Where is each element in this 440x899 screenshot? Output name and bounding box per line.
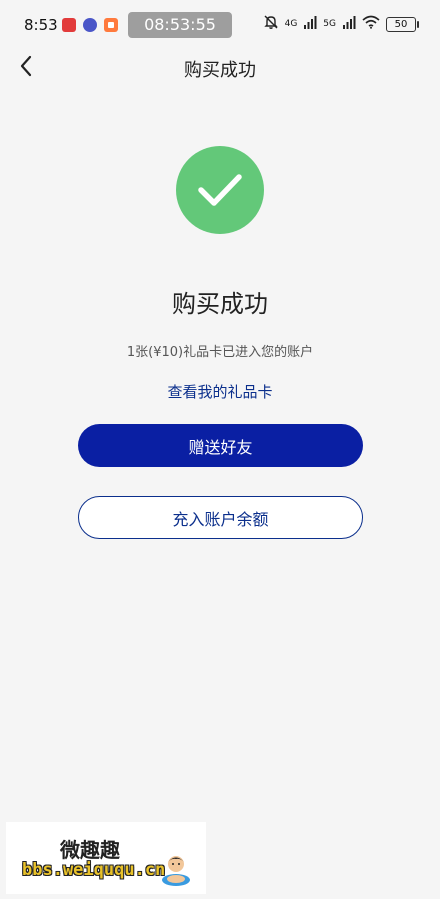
signal-icon bbox=[303, 15, 317, 33]
add-to-balance-button[interactable]: 充入账户余额 bbox=[78, 496, 363, 539]
network-label: 4G bbox=[284, 19, 298, 29]
watermark: 微趣趣 bbs.weiququ.cn bbox=[6, 822, 206, 894]
network-label: 5G bbox=[323, 19, 336, 29]
battery-icon: 50 bbox=[386, 16, 419, 32]
notification-app-icon bbox=[104, 18, 118, 32]
nav-header: 购买成功 bbox=[0, 48, 440, 88]
wifi-icon bbox=[362, 15, 380, 33]
status-time: 8:53 bbox=[24, 16, 58, 34]
clock-pill: 08:53:55 bbox=[128, 12, 232, 38]
watermark-url: bbs.weiququ.cn bbox=[22, 860, 166, 880]
notification-app-icon bbox=[62, 18, 76, 32]
success-message: 1张(¥10)礼品卡已进入您的账户 bbox=[126, 345, 314, 360]
success-heading: 购买成功 bbox=[172, 290, 268, 318]
mute-icon bbox=[263, 14, 279, 34]
status-bar: 8:53 08:53:55 4G 5G 50 bbox=[0, 0, 440, 52]
signal-icon bbox=[342, 15, 356, 33]
view-gift-cards-link[interactable]: 查看我的礼品卡 bbox=[0, 381, 440, 402]
page-title: 购买成功 bbox=[184, 60, 256, 81]
gift-to-friend-button[interactable]: 赠送好友 bbox=[78, 424, 363, 467]
success-checkmark-icon bbox=[176, 146, 264, 234]
mascot-icon bbox=[158, 852, 194, 888]
notification-app-icon bbox=[83, 18, 97, 32]
status-right-group: 4G 5G 50 bbox=[263, 14, 419, 34]
watermark-title: 微趣趣 bbox=[60, 838, 120, 862]
